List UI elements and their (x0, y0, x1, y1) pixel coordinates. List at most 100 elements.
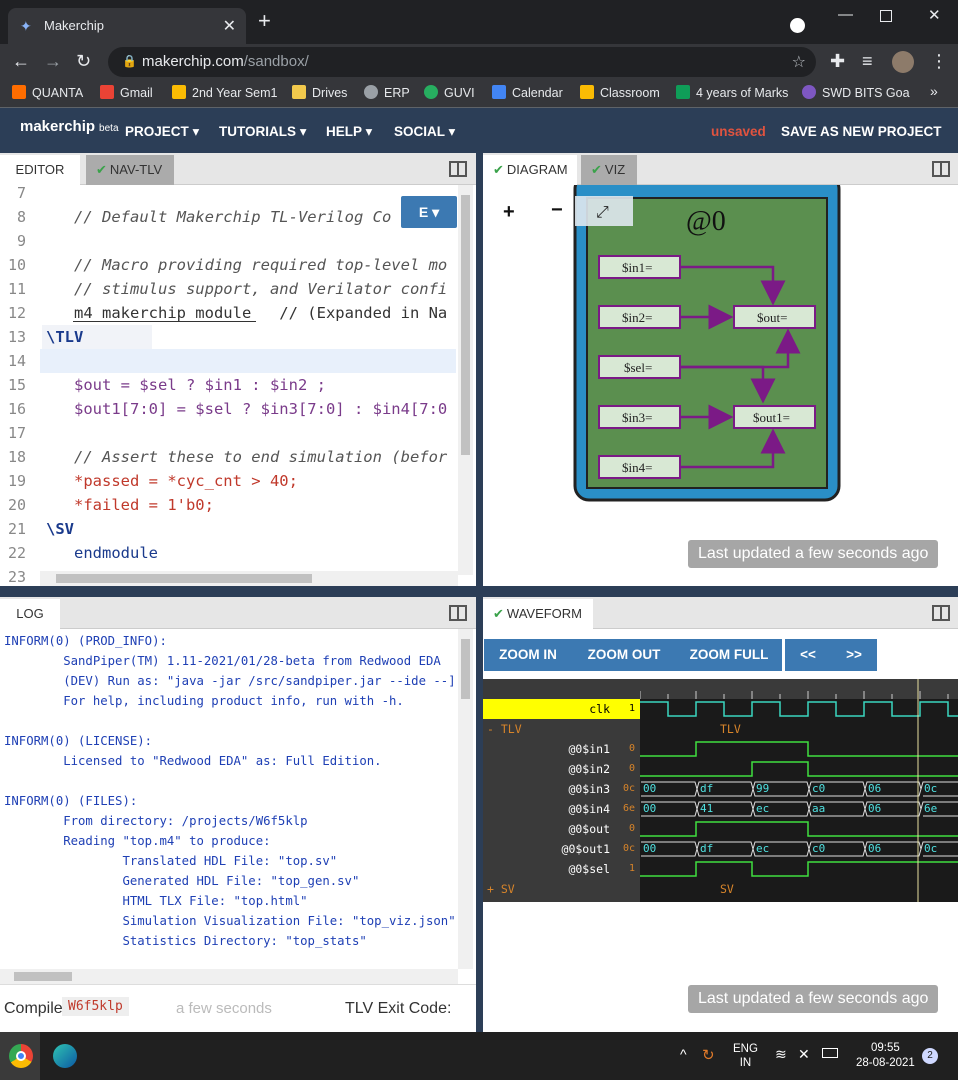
sheets-icon (676, 85, 690, 99)
maximize-icon[interactable] (880, 10, 892, 22)
signal-name[interactable]: @0$sel (483, 859, 640, 879)
compile-status-bar: Compile W6f5klp a few seconds TLV Exit C… (0, 984, 476, 1032)
zoom-out-button[interactable]: ZOOM OUT (572, 639, 676, 671)
signal-name[interactable]: clk (483, 699, 640, 719)
minimize-icon[interactable]: — (838, 6, 853, 23)
close-window-icon[interactable]: ✕ (928, 6, 941, 24)
prev-button[interactable]: << (785, 639, 831, 671)
tab-nav-tlv[interactable]: ✔ NAV-TLV (86, 155, 174, 185)
e-menu-button[interactable]: E ▾ (401, 196, 457, 228)
node-label: $in3= (622, 410, 652, 425)
menu-social[interactable]: SOCIAL ▾ (394, 124, 455, 140)
bookmark-item[interactable]: Calendar (492, 85, 563, 100)
forward-icon[interactable]: → (44, 51, 62, 71)
bookmark-item[interactable]: ERP (364, 85, 410, 100)
bookmark-icon (12, 85, 26, 99)
notification-badge[interactable]: 2 (922, 1048, 938, 1064)
bookmark-icon (802, 85, 816, 99)
menu-help[interactable]: HELP ▾ (326, 124, 372, 140)
logic-diagram[interactable]: $in1= $in2= $sel= $in3= $in4= $out= $out… (483, 185, 958, 586)
makerchip-favicon-icon: ✦ (20, 18, 32, 34)
line-number: 17 (7, 424, 26, 442)
clock[interactable]: 09:55 28-08-2021 (856, 1041, 915, 1071)
tab-viz[interactable]: ✔ VIZ (581, 155, 637, 185)
bus-value: 99 (756, 782, 770, 795)
code-editor[interactable]: 7 8 // Default Makerchip TL-Verilog Co 9… (0, 185, 473, 588)
split-pane-icon[interactable] (932, 161, 950, 177)
bookmark-item[interactable]: QUANTA (12, 85, 83, 100)
bus-value: 0c (924, 842, 938, 855)
more-bookmarks-icon[interactable]: » (930, 83, 938, 99)
back-icon[interactable]: ← (12, 51, 30, 71)
bookmark-item[interactable]: Drives (292, 85, 347, 100)
makerchip-logo[interactable]: makerchip beta (20, 118, 119, 135)
language-indicator[interactable]: ENG IN (733, 1042, 758, 1070)
extensions-icon[interactable]: ✚ (830, 51, 845, 71)
browser-tab[interactable]: ✦ Makerchip ✕ (8, 8, 246, 44)
code-line: $out1[7:0] = $sel ? $in3[7:0] : $in4[7:0 (46, 400, 448, 418)
media-control-icon[interactable] (790, 18, 805, 33)
show-hidden-icons-icon[interactable]: ^ (680, 1046, 687, 1062)
line-number: 13 (7, 328, 26, 346)
split-pane-icon[interactable] (449, 161, 467, 177)
log-line: SandPiper(TM) 1.11-2021/01/28-beta from … (4, 654, 441, 668)
save-as-new-project-button[interactable]: SAVE AS NEW PROJECT (781, 124, 942, 139)
code-line: \SV (46, 520, 74, 538)
bookmark-item[interactable]: 4 years of Marks (676, 85, 788, 100)
tab-waveform[interactable]: ✔ WAVEFORM (483, 599, 593, 629)
node-label: $in1= (622, 260, 652, 275)
signal-name[interactable]: @0$out1 (483, 839, 640, 859)
bus-value: df (700, 842, 714, 855)
group-sv[interactable]: + SV (487, 879, 515, 899)
bookmark-item[interactable]: GUVI (424, 85, 475, 100)
zoom-in-button[interactable]: ZOOM IN (484, 639, 572, 671)
code-line: // Assert these to end simulation (befor (46, 448, 448, 466)
signal-name[interactable]: @0$in1 (483, 739, 640, 759)
bookmark-item[interactable]: Classroom (580, 85, 660, 100)
log-line: Generated HDL File: "top_gen.sv" (4, 874, 360, 888)
scrollbar-thumb[interactable] (14, 972, 72, 981)
tab-close-icon[interactable]: ✕ (223, 16, 236, 36)
volume-muted-icon[interactable]: ✕ (798, 1046, 810, 1063)
split-pane-icon[interactable] (932, 605, 950, 621)
sync-icon[interactable]: ↻ (702, 1046, 715, 1064)
waveform-zoom-controls: ZOOM IN ZOOM OUT ZOOM FULL (483, 639, 783, 671)
next-button[interactable]: >> (831, 639, 877, 671)
battery-icon[interactable] (822, 1048, 838, 1058)
waveform-viewer[interactable]: clk 1 - TLV TLV @0$in1 0 @0$in2 0 @0$in3… (483, 679, 958, 902)
split-pane-icon[interactable] (449, 605, 467, 621)
signal-name[interactable]: @0$in4 (483, 799, 640, 819)
signal-name[interactable]: @0$in3 (483, 779, 640, 799)
scrollbar-thumb[interactable] (461, 639, 470, 699)
makerchip-header: makerchip beta PROJECT ▾ TUTORIALS ▾ HELP… (0, 108, 958, 153)
tab-diagram[interactable]: ✔ DIAGRAM (483, 155, 577, 185)
bookmark-item[interactable]: Gmail (100, 85, 153, 100)
media-queue-icon[interactable]: ≡ (862, 51, 873, 71)
windows-taskbar: ^ ↻ ENG IN ≋ ✕ 09:55 28-08-2021 2 (0, 1032, 958, 1080)
menu-tutorials[interactable]: TUTORIALS ▾ (219, 124, 307, 140)
tab-editor[interactable]: EDITOR (0, 155, 80, 185)
scrollbar-thumb[interactable] (461, 195, 470, 455)
zoom-full-button[interactable]: ZOOM FULL (676, 639, 782, 671)
bookmark-item[interactable]: 2nd Year Sem1 (172, 85, 278, 100)
bookmark-item[interactable]: SWD BITS Goa (802, 85, 910, 100)
compile-id[interactable]: W6f5klp (62, 997, 129, 1016)
log-line: INFORM(0) (FILES): (4, 794, 138, 808)
new-tab-button[interactable]: + (258, 10, 271, 32)
address-bar[interactable]: 🔒 makerchip.com/sandbox/ ☆ (108, 47, 816, 77)
scrollbar-thumb[interactable] (56, 574, 312, 583)
line-number: 11 (7, 280, 26, 298)
signal-name[interactable]: @0$in2 (483, 759, 640, 779)
wifi-icon[interactable]: ≋ (775, 1046, 787, 1063)
menu-project[interactable]: PROJECT ▾ (125, 124, 199, 140)
reload-icon[interactable]: ↻ (76, 51, 91, 71)
group-tlv[interactable]: - TLV (487, 719, 522, 739)
signal-name[interactable]: @0$out (483, 819, 640, 839)
tab-log[interactable]: LOG (0, 599, 60, 629)
code-line: \TLV (46, 328, 84, 346)
profile-avatar[interactable] (892, 51, 914, 73)
log-line: Translated HDL File: "top.sv" (4, 854, 338, 868)
chrome-menu-icon[interactable]: ⋮ (930, 51, 948, 71)
edge-icon[interactable] (53, 1044, 77, 1068)
bookmark-star-icon[interactable]: ☆ (792, 52, 806, 72)
